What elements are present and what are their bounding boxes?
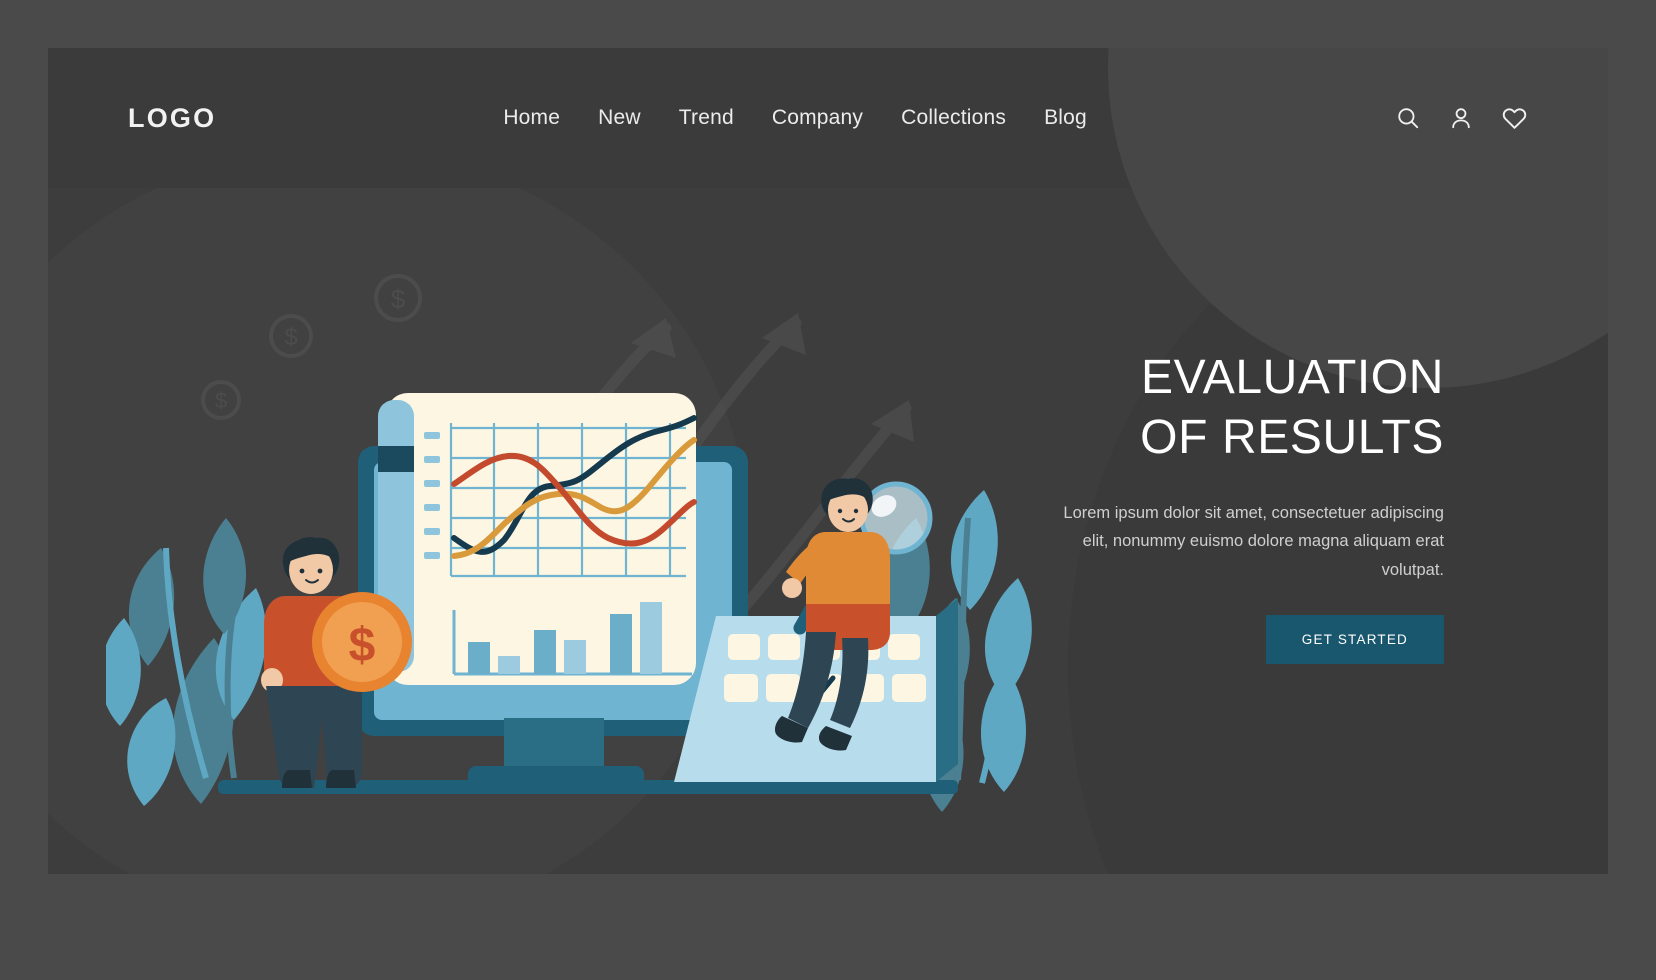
svg-text:$: $ xyxy=(391,284,406,314)
nav-item-new[interactable]: New xyxy=(598,106,641,130)
search-icon[interactable] xyxy=(1395,105,1421,131)
heart-icon[interactable] xyxy=(1501,105,1528,132)
hero-illustration: $ $ $ $ xyxy=(106,218,1106,858)
nav-item-company[interactable]: Company xyxy=(772,106,863,130)
hero-card: LOGO Home New Trend Company Collections … xyxy=(48,48,1608,874)
nav-item-home[interactable]: Home xyxy=(503,106,560,130)
svg-text:$: $ xyxy=(349,619,376,672)
main-navigation: Home New Trend Company Collections Blog xyxy=(503,106,1087,130)
nav-item-blog[interactable]: Blog xyxy=(1044,106,1087,130)
hero-copy-block: EVALUATION OF RESULTS Lorem ipsum dolor … xyxy=(1054,348,1444,665)
logo[interactable]: LOGO xyxy=(128,103,216,134)
nav-item-trend[interactable]: Trend xyxy=(679,106,734,130)
site-header: LOGO Home New Trend Company Collections … xyxy=(48,48,1608,188)
nav-item-collections[interactable]: Collections xyxy=(901,106,1006,130)
page-root: LOGO Home New Trend Company Collections … xyxy=(0,0,1656,980)
svg-text:$: $ xyxy=(284,324,297,351)
get-started-button[interactable]: GET STARTED xyxy=(1265,615,1444,665)
background-coins-group: $ $ $ xyxy=(201,274,422,420)
report-paper xyxy=(378,393,697,685)
leaf-decoration-left xyxy=(106,518,267,806)
page-title: EVALUATION OF RESULTS xyxy=(1140,351,1444,465)
user-icon[interactable] xyxy=(1448,105,1474,131)
svg-text:$: $ xyxy=(215,388,227,413)
hero-description: Lorem ipsum dolor sit amet, consectetuer… xyxy=(1063,503,1444,579)
header-icon-group xyxy=(1395,105,1528,132)
